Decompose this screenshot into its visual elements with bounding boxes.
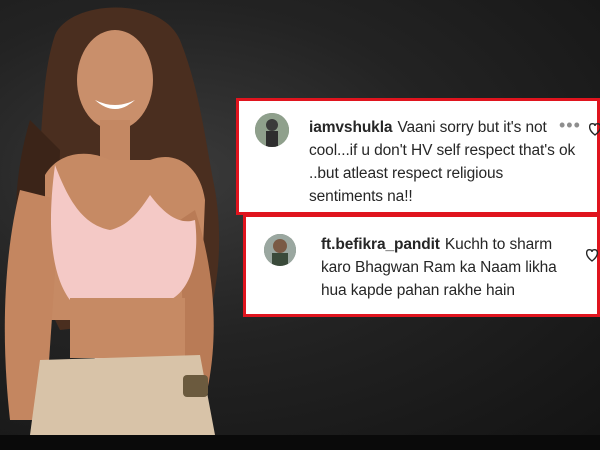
avatar-icon: [264, 234, 296, 266]
comment-card-1: iamvshukla Vaani sorry but it's not cool.…: [236, 98, 600, 215]
comment-username[interactable]: ft.befikra_pandit: [321, 236, 440, 253]
user-avatar[interactable]: [264, 234, 296, 266]
bottom-bar: [0, 435, 600, 450]
comment-body: iamvshukla Vaani sorry but it's not cool.…: [309, 116, 579, 208]
heart-outline-icon[interactable]: [586, 247, 598, 263]
comment-card-2: ft.befikra_pandit Kuchh to sharm karo Bha…: [243, 214, 600, 317]
comment-username[interactable]: iamvshukla: [309, 119, 393, 136]
more-dots-icon[interactable]: •••: [559, 115, 581, 136]
comment-body: ft.befikra_pandit Kuchh to sharm karo Bha…: [321, 233, 581, 302]
heart-outline-icon[interactable]: [589, 121, 600, 137]
avatar-icon: [255, 113, 289, 147]
user-avatar[interactable]: [255, 113, 289, 147]
